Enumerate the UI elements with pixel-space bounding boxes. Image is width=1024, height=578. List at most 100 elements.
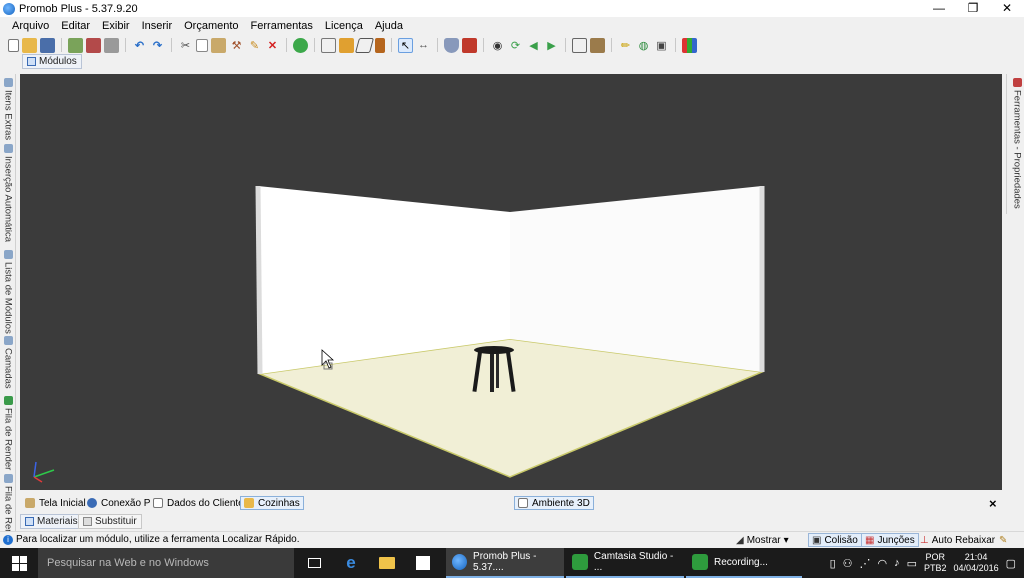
battery-icon[interactable]: ▯ [830, 557, 836, 570]
close-button[interactable]: ✕ [990, 0, 1024, 17]
status-message: i Para localizar um módulo, utilize a fe… [3, 534, 299, 545]
hammer-icon[interactable]: ⚒ [229, 38, 244, 53]
tab-camadas[interactable]: Camadas [1, 336, 15, 389]
junctions-icon: ▦ [865, 534, 875, 546]
new-icon[interactable] [8, 38, 19, 52]
menu-inserir[interactable]: Inserir [136, 17, 179, 35]
redo-icon[interactable]: ↷ [150, 38, 165, 53]
home-icon [25, 498, 35, 508]
search-placeholder: Pesquisar na Web e no Windows [47, 557, 209, 569]
tab-fila-de-ren[interactable]: Fila de Ren [1, 474, 15, 535]
cube-icon[interactable] [590, 37, 605, 53]
camera-icon[interactable]: ◍ [636, 38, 651, 53]
start-button[interactable] [0, 548, 38, 578]
modules-tab-label: Módulos [39, 56, 77, 67]
task-view-icon[interactable] [302, 548, 326, 578]
volume-icon[interactable]: ♪ [894, 557, 900, 569]
toolbar-separator [286, 38, 287, 52]
people-icon[interactable]: ⚇ [843, 557, 853, 570]
junctions-label: Junções [877, 534, 915, 546]
collision-toggle[interactable]: ▣ Colisão [808, 533, 862, 547]
tab-insercao-automatica[interactable]: Inserção Automática [1, 144, 15, 242]
cut-icon[interactable]: ✂ [178, 38, 193, 53]
task-promob[interactable]: Promob Plus - 5.37.... [446, 548, 564, 578]
minimize-button[interactable]: — [922, 0, 956, 17]
menu-editar[interactable]: Editar [55, 17, 96, 35]
toolbar-separator [125, 38, 126, 52]
select-icon[interactable]: ↖ [398, 37, 413, 53]
stack-icon[interactable] [339, 37, 354, 53]
globe-icon[interactable] [293, 37, 308, 53]
search-box[interactable]: Pesquisar na Web e no Windows [38, 548, 294, 578]
export-icon[interactable] [86, 37, 101, 53]
menu-ferramentas[interactable]: Ferramentas [245, 17, 319, 35]
tab-fila-de-render[interactable]: Fila de Render [1, 396, 15, 470]
3d-viewport[interactable] [20, 74, 1002, 490]
input-language[interactable]: POR PTB2 [924, 552, 947, 574]
menu-exibir[interactable]: Exibir [96, 17, 136, 35]
measure-icon[interactable]: ↔ [416, 38, 431, 53]
tab-materiais[interactable]: Materiais [20, 514, 83, 529]
print-icon[interactable] [68, 37, 83, 53]
open-icon[interactable] [22, 37, 37, 53]
menu-arquivo[interactable]: Arquivo [6, 17, 55, 35]
file-explorer-icon[interactable] [374, 548, 400, 578]
tab-ambiente-3d[interactable]: Ambiente 3D [514, 496, 594, 510]
action-center-icon[interactable]: ▢ [1006, 557, 1016, 570]
menu-ajuda[interactable]: Ajuda [369, 17, 409, 35]
clock[interactable]: 21:04 04/04/2016 [954, 552, 999, 574]
rotate-icon[interactable]: ⟳ [508, 38, 523, 53]
tab-dados-do-cliente[interactable]: Dados do Cliente [150, 496, 247, 510]
menu-orcamento[interactable]: Orçamento [178, 17, 244, 35]
tab-substituir[interactable]: Substituir [78, 514, 142, 529]
network-icon[interactable]: ⋰ [860, 557, 871, 570]
toolbar-separator [675, 38, 676, 52]
task-camtasia[interactable]: Camtasia Studio - ... [566, 548, 684, 578]
shape-icon[interactable] [354, 37, 375, 53]
notifications-icon[interactable]: ▭ [907, 557, 917, 570]
brush-status-icon[interactable]: ✎ [996, 533, 1010, 547]
clock-date: 04/04/2016 [953, 563, 999, 573]
tab-itens-extras[interactable]: Itens Extras [1, 78, 15, 140]
delete-icon[interactable]: ✕ [265, 38, 280, 53]
menu-licenca[interactable]: Licença [319, 17, 369, 35]
eye-icon[interactable]: ◉ [490, 38, 505, 53]
modules-tab[interactable]: Módulos [22, 54, 82, 69]
tab-conexao[interactable]: Conexão P [84, 496, 153, 510]
lower-tabs: Materiais Substituir [18, 514, 1006, 530]
modules-icon [27, 57, 36, 66]
store-icon[interactable] [410, 548, 436, 578]
save-icon[interactable] [40, 37, 55, 53]
shield-icon[interactable] [444, 37, 459, 53]
tab-lista-de-modulos[interactable]: Lista de Módulos [1, 250, 15, 334]
door-icon[interactable] [375, 37, 385, 53]
copy-icon[interactable] [196, 38, 208, 52]
brush-icon[interactable]: ✎ [247, 38, 262, 53]
junctions-toggle[interactable]: ▦ Junções [861, 533, 919, 547]
layout-icon[interactable] [321, 37, 336, 53]
grid-icon[interactable] [682, 37, 697, 53]
arrow-right-icon[interactable]: ▶ [544, 38, 559, 53]
show-dropdown[interactable]: ◢ Mostrar ▾ [733, 533, 792, 547]
taskbar: Pesquisar na Web e no Windows e Promob P… [0, 548, 1024, 578]
render-icon[interactable] [104, 37, 119, 53]
wall-edge-left [255, 185, 263, 375]
list-icon [3, 250, 13, 259]
wifi-icon[interactable]: ◠ [878, 557, 888, 570]
tab-ferramentas-propriedades[interactable]: Ferramentas - Propriedades [1010, 78, 1024, 209]
book-icon[interactable] [462, 37, 477, 53]
view-icon[interactable] [572, 37, 587, 53]
task-recording[interactable]: Recording... [686, 548, 802, 578]
pencil-icon[interactable]: ✏ [618, 38, 633, 53]
restore-button[interactable]: ❐ [956, 0, 990, 17]
snapshot-icon[interactable]: ▣ [654, 38, 669, 53]
edge-icon[interactable]: e [338, 548, 364, 578]
auto-lower-toggle[interactable]: ⊥ Auto Rebaixar [917, 533, 998, 547]
arrow-left-icon[interactable]: ◀ [526, 38, 541, 53]
close-tab-button[interactable]: × [986, 496, 1000, 511]
toolbar-separator [391, 38, 392, 52]
paste-icon[interactable] [211, 37, 226, 53]
tab-tela-inicial[interactable]: Tela Inicial [22, 496, 89, 510]
undo-icon[interactable]: ↶ [132, 38, 147, 53]
tab-cozinhas[interactable]: Cozinhas [240, 496, 304, 510]
